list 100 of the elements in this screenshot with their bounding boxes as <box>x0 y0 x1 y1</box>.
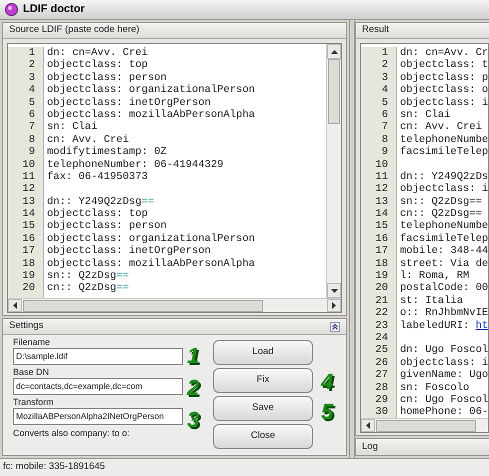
collapse-icon[interactable] <box>330 322 340 332</box>
app-icon <box>5 3 18 16</box>
code-line: dn: Ugo Foscol <box>400 344 488 357</box>
code-line: cn:: Q2zDsg== <box>400 208 482 220</box>
code-line: sn: Foscolo <box>400 382 470 394</box>
line-number: 14 <box>21 208 36 220</box>
code-line: objectclass: organizationalPerson <box>47 232 255 245</box>
line-number: 9 <box>28 146 36 159</box>
panel-title: Source LDIF (paste code here) <box>9 23 140 38</box>
line-number: 5 <box>28 96 36 109</box>
line-number: 15 <box>374 220 389 233</box>
code-line: cn: Avv. Crei <box>47 134 129 146</box>
line-number: 11 <box>21 170 36 184</box>
scrollbar-thumb[interactable] <box>328 59 340 124</box>
horizontal-scrollbar[interactable] <box>8 298 341 312</box>
vertical-scrollbar[interactable] <box>326 44 341 298</box>
code-line: telephoneNumbe <box>400 134 488 146</box>
code-line: dn: cn=Avv. Cr <box>400 47 488 59</box>
code-line: modifytimestamp: 0Z <box>47 146 167 159</box>
code-line: telephoneNumbe <box>400 220 488 233</box>
left-arrow-icon <box>366 422 370 429</box>
line-number: 27 <box>374 369 389 382</box>
down-arrow-icon <box>330 288 338 292</box>
code-line: labeledURI: ht <box>400 320 488 332</box>
code-line: st: Italia <box>400 294 464 307</box>
text-field[interactable]: D:\sample.ldif <box>13 348 183 365</box>
line-number: 13 <box>21 196 36 208</box>
line-number: 3 <box>380 72 389 84</box>
code-line: telephoneNumber: 06-41944329 <box>47 158 224 171</box>
line-number: 1 <box>380 47 389 60</box>
code-line: objectclass: o <box>400 84 488 97</box>
line-number: 12 <box>374 183 389 196</box>
code-line: dn:: Y249Q2zDs <box>400 170 488 183</box>
code-line: objectclass: i <box>400 96 488 109</box>
window-title: LDIF doctor <box>23 2 85 18</box>
line-number: 29 <box>374 394 389 406</box>
line-number: 18 <box>21 258 36 270</box>
action-button[interactable]: Load <box>213 340 313 365</box>
line-number: 19 <box>374 270 389 282</box>
left-arrow-icon <box>13 302 17 309</box>
action-button[interactable]: Fix <box>213 368 313 393</box>
code-line: objectclass: mozillaAbPersonAlpha <box>47 108 255 121</box>
action-button[interactable]: Close <box>213 424 313 449</box>
code-line: facsimileTelep <box>400 232 488 245</box>
status-text: fc: mobile: 335-1891645 <box>3 460 105 474</box>
line-number: 17 <box>374 245 389 258</box>
text-field[interactable]: dc=contacts,dc=example,dc=com <box>13 378 183 395</box>
settings-header[interactable]: Settings <box>3 319 346 335</box>
code-line: sn: Clai <box>47 121 98 134</box>
code-line: cn: Ugo Foscol <box>400 394 488 406</box>
step-number: 3 <box>187 409 200 431</box>
line-number: 9 <box>380 146 389 159</box>
code-line: cn: Avv. Crei <box>400 121 482 134</box>
line-number: 15 <box>21 220 36 233</box>
code-line: street: Via de <box>400 258 488 270</box>
code-line: objectclass: inetOrgPerson <box>47 245 211 258</box>
action-button[interactable]: Save <box>213 396 313 421</box>
line-number: 23 <box>374 320 389 332</box>
line-number: 19 <box>21 270 36 282</box>
line-number: 22 <box>374 307 389 320</box>
line-number: 8 <box>28 134 36 146</box>
code-line: fax: 06-41950373 <box>47 170 148 184</box>
code-line: objectclass: mozillaAbPersonAlpha <box>47 258 255 270</box>
line-number: 4 <box>380 84 389 97</box>
note-text: Converts also company: to o: <box>13 427 131 440</box>
code-line: homePhone: 06- <box>400 406 488 419</box>
line-number: 28 <box>374 382 389 394</box>
line-number: 30 <box>374 406 389 419</box>
right-arrow-icon <box>332 302 336 309</box>
code-line: dn: cn=Avv. Crei <box>47 47 148 59</box>
code-line: objectclass: p <box>400 72 488 84</box>
code-line: sn: Clai <box>400 108 450 122</box>
line-number: 26 <box>374 356 389 370</box>
panel-title: Result <box>362 23 389 38</box>
line-number: 16 <box>374 232 389 246</box>
step-number: 4 <box>321 371 334 393</box>
code-line: objectclass: organizationalPerson <box>47 84 255 97</box>
line-number: 2 <box>380 59 389 72</box>
log-panel-header[interactable]: Log <box>355 438 489 456</box>
line-number: 4 <box>28 84 36 97</box>
line-number: 6 <box>28 108 36 122</box>
line-number: 8 <box>380 134 389 146</box>
line-number: 13 <box>374 196 389 208</box>
text-field[interactable]: MozillaABPersonAlpha2INetOrgPerson <box>13 408 183 425</box>
code-line: cn:: Q2zDsg== <box>47 282 129 295</box>
scrollbar-thumb[interactable] <box>376 420 476 432</box>
horizontal-scrollbar[interactable] <box>361 418 488 432</box>
code-line: postalCode: 00 <box>400 282 488 295</box>
line-number: 20 <box>374 282 389 295</box>
line-number: 2 <box>28 59 36 72</box>
line-number: 20 <box>21 282 36 295</box>
line-number: 21 <box>374 294 389 308</box>
step-number: 1 <box>187 345 200 367</box>
step-number: 5 <box>321 401 334 423</box>
code-line: l: Roma, RM <box>400 270 470 282</box>
code-line: objectclass: inetOrgPerson <box>47 96 211 109</box>
code-line: o:: RnJhbmNvIE <box>400 307 488 320</box>
code-line: facsimileTelep <box>400 146 488 159</box>
line-number: 12 <box>21 183 36 196</box>
scrollbar-thumb[interactable] <box>23 300 263 312</box>
